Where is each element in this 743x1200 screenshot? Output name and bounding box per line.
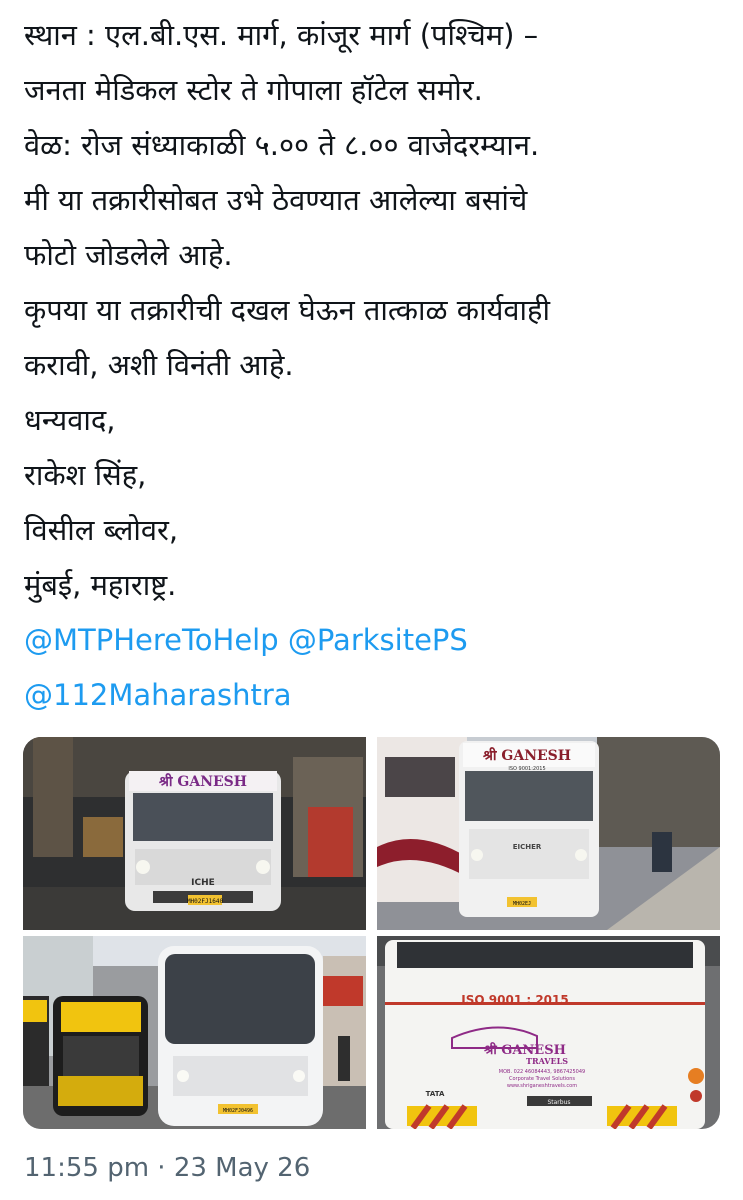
tweet: स्थान : एल.बी.एस. मार्ग, कांजूर मार्ग (प…: [0, 0, 743, 1200]
bus-model-badge: Starbus: [547, 1099, 570, 1106]
bus-brand-badge: TATA: [426, 1090, 445, 1098]
mention-link-parksite[interactable]: @ParksitePS: [288, 623, 468, 657]
photo-bus-rear[interactable]: ISO 9001 : 2015 श्री GANESH TRAVELS MOB.…: [377, 936, 720, 1129]
tweet-line: जनता मेडिकल स्टोर ते गोपाला हॉटेल समोर.: [24, 73, 483, 107]
tweet-line: स्थान : एल.बी.एस. मार्ग, कांजूर मार्ग (प…: [24, 18, 539, 52]
mentions-line: @MTPHereToHelp @ParksitePS: [24, 613, 724, 668]
photo-image: MH02FJ0496: [23, 936, 366, 1129]
mention-link-112[interactable]: @112Maharashtra: [24, 678, 292, 712]
photo-image: श्री GANESH ISO 9001:2015 EICHER MH02EJ: [377, 737, 720, 930]
photo-image: श्री GANESH ICHE MH02FJ1640: [23, 737, 366, 930]
tweet-line: करावी, अशी विनंती आहे.: [24, 348, 294, 382]
bus-brand-badge: EICHER: [513, 843, 542, 851]
photo-image: ISO 9001 : 2015 श्री GANESH TRAVELS MOB.…: [377, 936, 720, 1129]
photo-bus-front-day[interactable]: श्री GANESH ISO 9001:2015 EICHER MH02EJ: [377, 737, 720, 930]
company-subname: TRAVELS: [526, 1056, 568, 1066]
tweet-line: वेळ: रोज संध्याकाळी ५.०० ते ८.०० वाजेदरम…: [24, 128, 540, 162]
bus-plate: MH02FJ0496: [223, 1108, 253, 1114]
company-website: www.shriganeshtravels.com: [507, 1083, 577, 1089]
company-tagline: Corporate Travel Solutions: [509, 1076, 575, 1082]
company-phone: MOB. 022 46084443, 9867425049: [499, 1069, 585, 1075]
tweet-line: मी या तक्रारीसोबत उभे ठेवण्यात आलेल्या ब…: [24, 183, 528, 217]
bus-iso-label: ISO 9001:2015: [508, 766, 545, 772]
tweet-timestamp[interactable]: 11:55 pm · 23 May 26: [24, 1153, 310, 1183]
tweet-line: विसील ब्लोवर,: [24, 513, 179, 547]
photo-bus-with-rickshaws[interactable]: MH02FJ0496: [23, 936, 366, 1129]
bus-plate: MH02FJ1640: [187, 898, 224, 905]
tweet-line: फोटो जोडलेले आहे.: [24, 238, 233, 272]
tweet-line: राकेश सिंह,: [24, 458, 147, 492]
bus-plate: MH02EJ: [513, 901, 531, 907]
bus-destination-sign: श्री GANESH: [482, 747, 571, 764]
tweet-text: स्थान : एल.बी.एस. मार्ग, कांजूर मार्ग (प…: [24, 8, 724, 723]
bus-brand-badge: ICHE: [191, 878, 215, 888]
tweet-line: मुंबई, महाराष्ट्र.: [24, 568, 177, 602]
tweet-line: धन्यवाद,: [24, 403, 116, 437]
mention-link-mtp[interactable]: @MTPHereToHelp: [24, 623, 279, 657]
media-grid: श्री GANESH ICHE MH02FJ1640 श्री GANESH …: [23, 737, 720, 1129]
photo-bus-front-night[interactable]: श्री GANESH ICHE MH02FJ1640: [23, 737, 366, 930]
tweet-line: कृपया या तक्रारीची दखल घेऊन तात्काळ कार्…: [24, 293, 550, 327]
mentions-line: @112Maharashtra: [24, 668, 724, 723]
iso-label: ISO 9001 : 2015: [461, 993, 568, 1007]
bus-destination-sign: श्री GANESH: [158, 773, 247, 790]
